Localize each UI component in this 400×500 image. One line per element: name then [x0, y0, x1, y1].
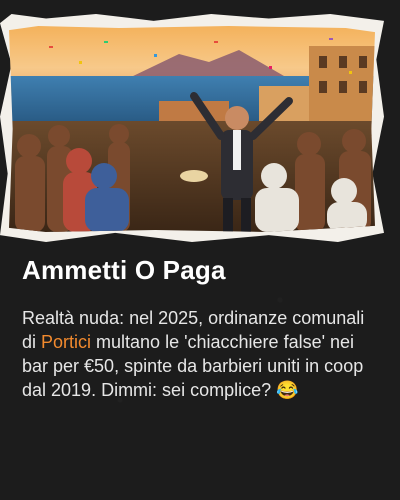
post-title: Ammetti O Paga [22, 255, 226, 285]
laughing-emoji-icon: 😂 [276, 380, 299, 400]
post-image-card[interactable] [0, 14, 384, 242]
post-image [9, 26, 375, 232]
post-body: Realtà nuda: nel 2025, ordinanze comunal… [22, 306, 382, 402]
place-link[interactable]: Portici [41, 332, 91, 352]
